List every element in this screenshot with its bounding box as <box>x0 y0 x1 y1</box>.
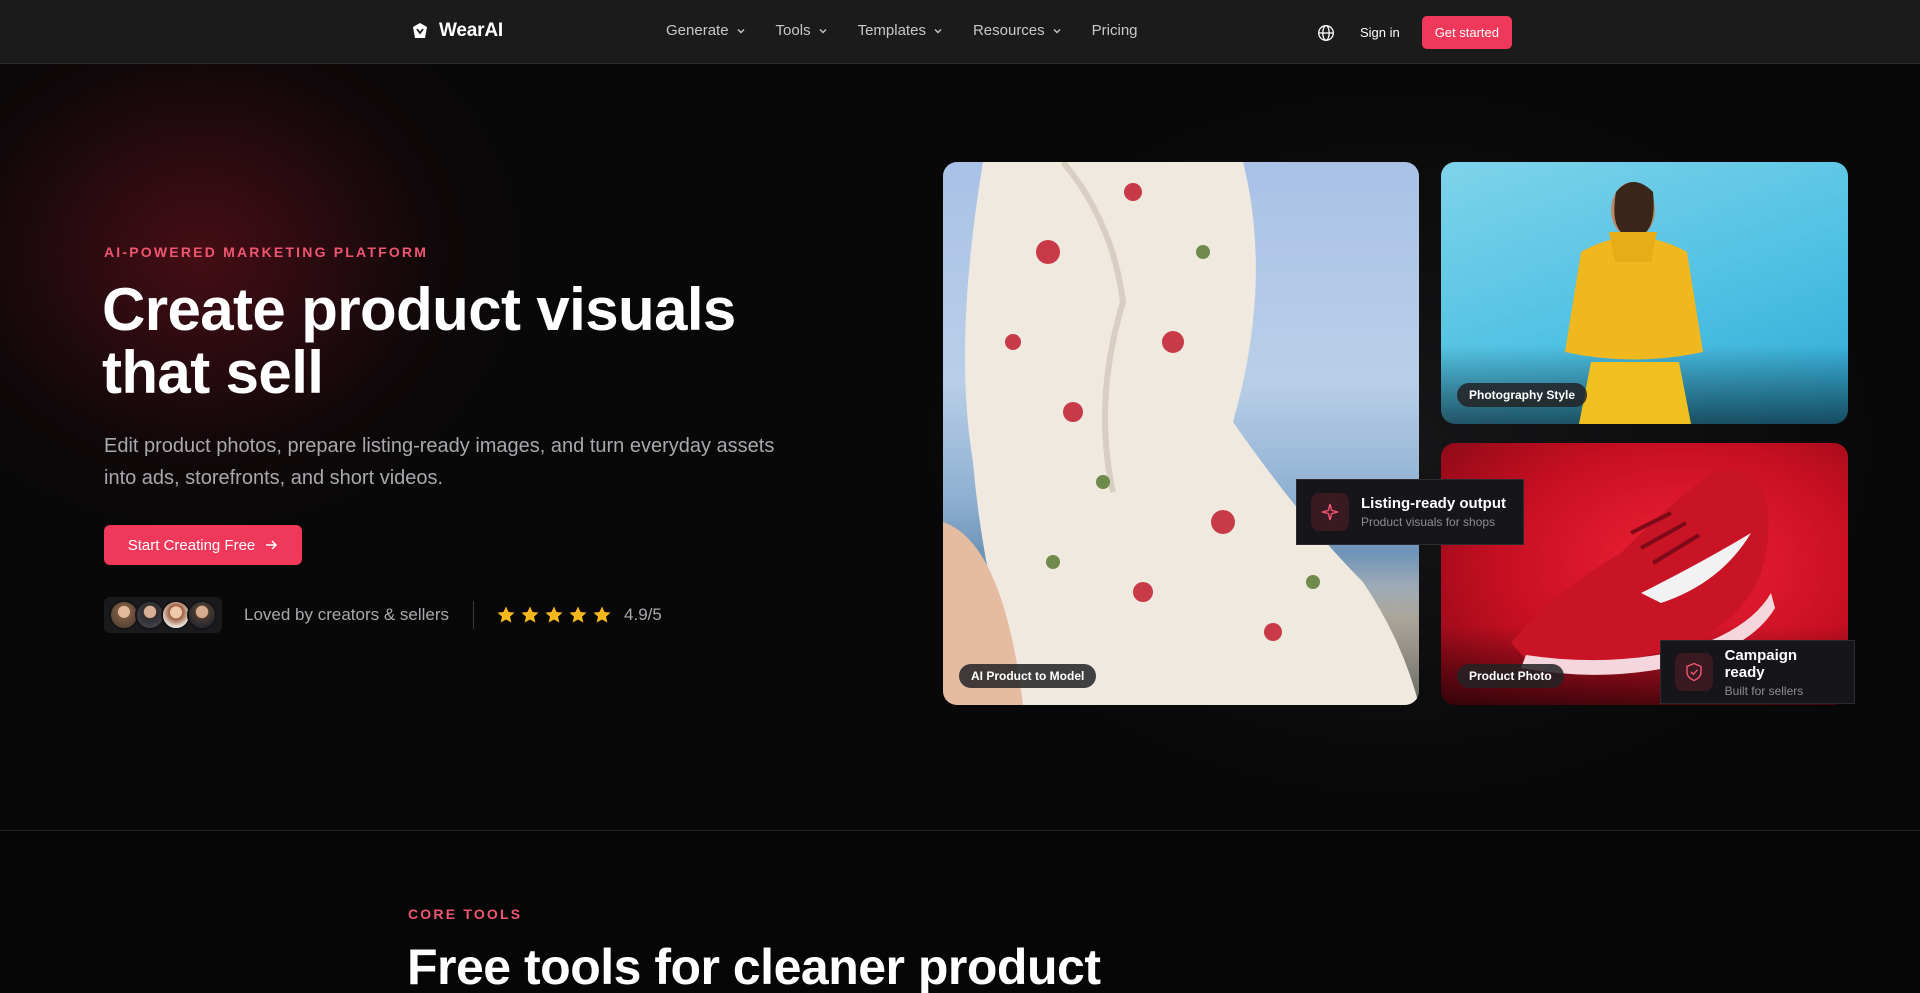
start-creating-label: Start Creating Free <box>127 536 256 554</box>
listing-ready-subtitle: Product visuals for shops <box>1361 515 1496 529</box>
campaign-ready-title: Campaign ready <box>1724 646 1798 681</box>
listing-ready-title: Listing-ready output <box>1361 495 1506 512</box>
globe-icon[interactable] <box>1317 24 1335 42</box>
campaign-ready-subtitle: Built for sellers <box>1724 683 1804 698</box>
nav-templates-label: Templates <box>857 22 926 39</box>
star-icon <box>593 606 611 623</box>
star-rating <box>496 605 612 625</box>
nav-pricing-label: Pricing <box>1091 22 1138 39</box>
showcase-photography-style[interactable]: Photography Style <box>1441 162 1848 424</box>
nav-resources[interactable]: Resources <box>973 22 1062 39</box>
showcase-product-to-model[interactable]: AI Product to Model <box>943 162 1419 705</box>
chevron-down-icon <box>934 28 942 33</box>
hero-eyebrow: AI-POWERED MARKETING PLATFORM <box>104 244 429 260</box>
nav-generate-label: Generate <box>666 22 729 39</box>
nav-actions: Sign in Get started <box>1317 16 1512 49</box>
star-icon <box>521 606 539 623</box>
sign-in-link[interactable]: Sign in <box>1360 25 1400 40</box>
nav-pricing[interactable]: Pricing <box>1092 22 1138 39</box>
chevron-down-icon <box>819 28 827 33</box>
hero-headline: Create product visuals that sell <box>102 276 736 406</box>
social-proof-text: Loved by creators & sellers <box>244 605 450 624</box>
star-icon <box>545 606 563 623</box>
chevron-down-icon <box>737 28 745 33</box>
card-label-product-photo: Product Photo <box>1457 664 1564 688</box>
shield-check-icon <box>1675 653 1713 691</box>
hero-section: AI-POWERED MARKETING PLATFORM Create pro… <box>0 64 1920 831</box>
nav-templates[interactable]: Templates <box>858 22 943 39</box>
star-icon <box>569 606 587 623</box>
get-started-button[interactable]: Get started <box>1421 16 1512 49</box>
card-label-product-to-model: AI Product to Model <box>959 664 1097 688</box>
model-dress-illustration <box>943 162 1419 705</box>
logo-icon <box>413 23 427 38</box>
campaign-ready-badge: Campaign ready Built for sellers <box>1660 640 1855 704</box>
start-creating-button[interactable]: Start Creating Free <box>104 525 302 565</box>
rating-value: 4.9/5 <box>624 605 662 624</box>
nav-tools-label: Tools <box>775 22 811 39</box>
chevron-down-icon <box>1053 28 1061 33</box>
nav-tools[interactable]: Tools <box>776 22 828 39</box>
hero-subtext: Edit product photos, prepare listing-rea… <box>104 435 775 489</box>
brand-logo[interactable]: WearAI <box>410 20 503 42</box>
nav-generate[interactable]: Generate <box>666 22 746 39</box>
main-menu: Generate Tools Templates Resources Prici… <box>666 22 1138 39</box>
sparkle-icon <box>1311 493 1349 531</box>
card-label-photography-style: Photography Style <box>1457 383 1588 407</box>
star-icon <box>497 606 515 623</box>
core-tools-eyebrow: CORE TOOLS <box>408 906 523 922</box>
arrow-right-icon <box>266 540 278 550</box>
listing-ready-badge: Listing-ready output Product visuals for… <box>1296 479 1524 545</box>
social-proof: Loved by creators & sellers 4.9/5 <box>104 595 662 635</box>
core-tools-title: Free tools for cleaner product <box>407 939 1101 993</box>
avatar-group <box>104 597 222 633</box>
avatar <box>187 600 217 630</box>
brand-name: WearAI <box>439 20 503 41</box>
divider <box>473 601 475 629</box>
top-navbar: WearAI Generate Tools Templates Resource… <box>0 0 1920 64</box>
nav-resources-label: Resources <box>972 22 1045 39</box>
